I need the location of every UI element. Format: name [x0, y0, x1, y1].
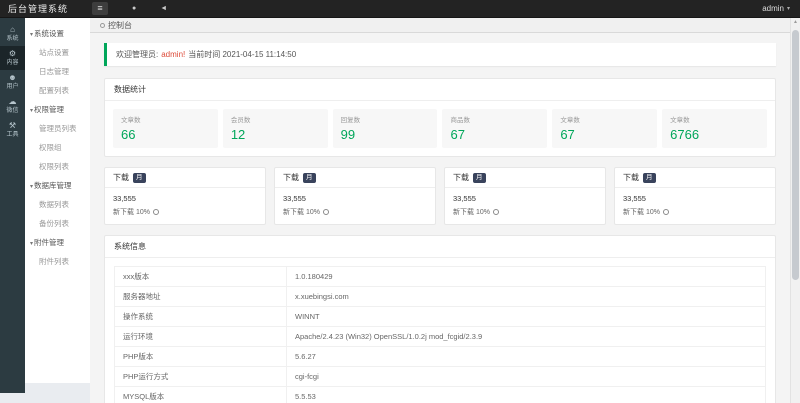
download-count: 33,555 — [283, 194, 306, 203]
rail-item-system[interactable]: ⌂ 系统 — [0, 22, 25, 46]
submenu-item-attachment-list[interactable]: 附件列表 — [25, 252, 90, 271]
caret-down-icon: ▾ — [30, 108, 34, 114]
caret-down-icon: ▾ — [30, 241, 34, 247]
stats-body: 文章数 66 会员数 12 回复数 99 商品数 67 文章数 67 文章数 6… — [105, 101, 775, 156]
icon-rail: ⌂ 系统 ⚙ 内容 ☻ 用户 ☁ 微信 ⚒ 工具 — [0, 18, 25, 393]
tab-bar: 控制台 — [90, 18, 790, 33]
download-count: 33,555 — [113, 194, 136, 203]
stat-box-replies: 回复数 99 — [332, 109, 438, 148]
rail-item-content[interactable]: ⚙ 内容 — [0, 46, 25, 70]
month-badge: 月 — [133, 172, 146, 183]
table-row: PHP版本 5.6.27 — [114, 346, 766, 367]
new-download-text: 新下载 10% — [453, 209, 490, 216]
submenu-item-admin-list[interactable]: 管理员列表 — [25, 119, 90, 138]
cloud-icon: ☁ — [8, 96, 17, 106]
download-card: 下载 月 33,555 新下载 10% — [614, 167, 776, 225]
table-row: 服务器地址 x.xuebingsi.com — [114, 286, 766, 307]
radio-circle-icon — [100, 22, 105, 28]
trend-circle-icon — [322, 209, 329, 215]
trend-circle-icon — [492, 209, 499, 215]
download-card: 下载 月 33,555 新下载 10% — [104, 167, 266, 225]
new-download-text: 新下载 10% — [113, 209, 150, 216]
stat-box-members: 会员数 12 — [222, 109, 328, 148]
new-download-text: 新下载 10% — [283, 209, 320, 216]
scrollbar-thumb[interactable] — [792, 30, 799, 280]
sysinfo-panel: 系统信息 xxx版本 1.0.180429 服务器地址 x.xuebingsi.… — [104, 235, 776, 403]
submenu-group-permissions[interactable]: ▾权限管理 — [25, 100, 90, 119]
submenu-item-perm-list[interactable]: 权限列表 — [25, 157, 90, 176]
megaphone-icon[interactable]: ◄ — [160, 5, 167, 12]
wrench-icon: ⚒ — [8, 120, 17, 130]
month-badge: 月 — [303, 172, 316, 183]
download-card-title: 下载 — [453, 173, 469, 182]
table-row: 运行环境 Apache/2.4.23 (Win32) OpenSSL/1.0.2… — [114, 326, 766, 347]
welcome-admin-name: admin! — [161, 50, 186, 59]
submenu-group-system-settings[interactable]: ▾系统设置 — [25, 24, 90, 43]
table-row: 操作系统 WINNT — [114, 306, 766, 327]
caret-down-icon: ▾ — [30, 32, 34, 38]
app-title: 后台管理系统 — [8, 4, 69, 14]
chevron-down-icon: ▾ — [786, 6, 790, 12]
home-icon: ⌂ — [10, 24, 15, 34]
trend-circle-icon — [152, 209, 159, 215]
download-card: 下载 月 33,555 新下载 10% — [444, 167, 606, 225]
table-row: xxx版本 1.0.180429 — [114, 266, 766, 287]
gear-icon: ⚙ — [8, 48, 17, 58]
month-badge: 月 — [473, 172, 486, 183]
welcome-banner: 欢迎管理员: admin! 当前时间 2021-04-15 11:14:50 — [104, 43, 776, 66]
user-menu[interactable]: admin ▾ — [762, 4, 790, 13]
submenu-item-site-settings[interactable]: 站点设置 — [25, 43, 90, 62]
download-card: 下载 月 33,555 新下载 10% — [274, 167, 436, 225]
stat-box-articles-3: 文章数 6766 — [662, 109, 767, 148]
stats-panel-title: 数据统计 — [105, 79, 775, 101]
caret-down-icon: ▾ — [30, 184, 34, 190]
download-card-title: 下载 — [283, 173, 299, 182]
submenu-item-log-manage[interactable]: 日志管理 — [25, 62, 90, 81]
month-badge: 月 — [643, 172, 656, 183]
topbar: 后台管理系统 ≡ ● ◄ admin ▾ — [0, 0, 800, 18]
sidebar-submenu: ▾系统设置 站点设置 日志管理 配置列表 ▾权限管理 管理员列表 权限组 权限列… — [25, 18, 90, 383]
sidebar-toggle-button[interactable]: ≡ — [92, 2, 108, 15]
new-download-text: 新下载 10% — [623, 209, 660, 216]
username: admin — [762, 4, 784, 13]
stat-box-articles: 文章数 66 — [113, 109, 218, 148]
rail-item-wechat[interactable]: ☁ 微信 — [0, 94, 25, 118]
rail-item-tools[interactable]: ⚒ 工具 — [0, 118, 25, 142]
main-area: 控制台 欢迎管理员: admin! 当前时间 2021-04-15 11:14:50… — [90, 18, 790, 403]
download-cards-row: 下载 月 33,555 新下载 10% 下载 月 33,555 新下载 10% … — [104, 167, 776, 225]
download-count: 33,555 — [623, 194, 646, 203]
submenu-item-backup-list[interactable]: 备份列表 — [25, 214, 90, 233]
circle-icon[interactable]: ● — [132, 5, 136, 12]
download-card-title: 下载 — [623, 173, 639, 182]
download-count: 33,555 — [453, 194, 476, 203]
welcome-prefix: 欢迎管理员: — [116, 50, 159, 59]
hamburger-icon: ≡ — [97, 3, 103, 13]
submenu-group-attachments[interactable]: ▾附件管理 — [25, 233, 90, 252]
content: 欢迎管理员: admin! 当前时间 2021-04-15 11:14:50 数据统… — [90, 33, 790, 403]
rail-item-users[interactable]: ☻ 用户 — [0, 70, 25, 94]
vertical-scrollbar[interactable]: ▲ — [790, 18, 800, 403]
table-row: MYSQL版本 5.5.53 — [114, 386, 766, 403]
sysinfo-table: xxx版本 1.0.180429 服务器地址 x.xuebingsi.com 操… — [114, 266, 766, 403]
submenu-item-perm-group[interactable]: 权限组 — [25, 138, 90, 157]
submenu-item-data-list[interactable]: 数据列表 — [25, 195, 90, 214]
download-card-title: 下载 — [113, 173, 129, 182]
stat-box-articles-2: 文章数 67 — [552, 109, 658, 148]
user-icon: ☻ — [8, 72, 17, 82]
scroll-up-icon[interactable]: ▲ — [791, 18, 800, 26]
sysinfo-panel-title: 系统信息 — [105, 236, 775, 258]
stats-panel: 数据统计 文章数 66 会员数 12 回复数 99 商品数 67 文章数 67 … — [104, 78, 776, 157]
submenu-group-database[interactable]: ▾数据库管理 — [25, 176, 90, 195]
tab-console[interactable]: 控制台 — [90, 18, 142, 32]
trend-circle-icon — [662, 209, 669, 215]
stat-box-products: 商品数 67 — [442, 109, 548, 148]
welcome-time: 当前时间 2021-04-15 11:14:50 — [188, 50, 297, 59]
table-row: PHP运行方式 cgi-fcgi — [114, 366, 766, 387]
submenu-item-config-list[interactable]: 配置列表 — [25, 81, 90, 100]
